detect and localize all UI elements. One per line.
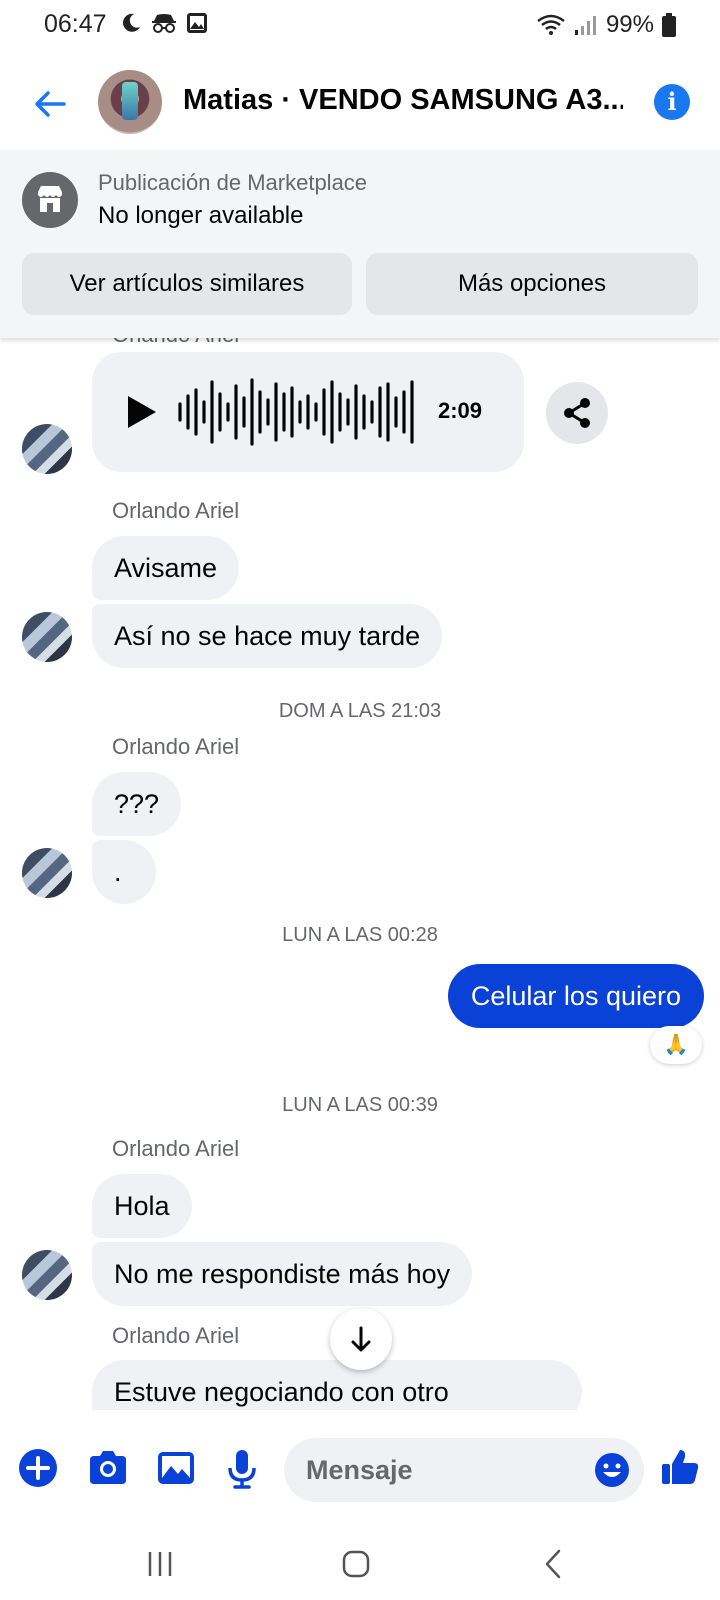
gallery-icon (187, 13, 207, 33)
conversation-header: Matias · VENDO SAMSUNG A3... i (0, 60, 720, 146)
message-bubble[interactable]: No me respondiste más hoy (92, 1242, 473, 1306)
avatar[interactable] (22, 848, 72, 898)
info-icon[interactable]: i (654, 84, 690, 120)
more-options-button[interactable]: Más opciones (366, 253, 698, 315)
avatar[interactable] (22, 424, 72, 474)
listing-status: No longer available (98, 202, 304, 229)
message-bubble[interactable]: Avisame (92, 536, 240, 600)
incognito-icon (152, 14, 176, 33)
scroll-to-bottom-button[interactable] (330, 1308, 392, 1370)
avatar[interactable] (22, 612, 72, 662)
sender-name: Orlando Ariel (112, 338, 239, 348)
timestamp-separator: LUN A LAS 00:28 (282, 924, 438, 946)
emoji-icon[interactable] (594, 1452, 630, 1488)
signal-icon (574, 16, 596, 35)
home-icon[interactable] (336, 1544, 376, 1584)
arrow-down-icon (351, 1326, 371, 1352)
plus-icon[interactable] (14, 1444, 62, 1492)
moon-icon (123, 13, 140, 32)
wifi-icon (537, 14, 565, 35)
nav-back-icon[interactable] (534, 1544, 574, 1584)
audio-waveform (178, 378, 414, 446)
status-left-icons (120, 12, 208, 34)
see-similar-button[interactable]: Ver artículos similares (22, 253, 352, 315)
contact-avatar[interactable] (98, 70, 162, 134)
conversation-title[interactable]: Matias · VENDO SAMSUNG A3... (183, 84, 623, 117)
audio-duration: 2:09 (438, 398, 483, 423)
marketplace-panel: Publicación de Marketplace No longer ava… (0, 150, 720, 338)
message-list[interactable]: Orlando Ariel 2:09 Orlando Ariel Avisame… (0, 338, 720, 1410)
voice-message[interactable]: 2:09 (92, 352, 524, 472)
image-icon[interactable] (152, 1444, 200, 1492)
sender-name: Orlando Ariel (112, 1323, 240, 1348)
battery-icon (662, 13, 676, 37)
message-placeholder: Mensaje (306, 1455, 413, 1485)
message-bubble[interactable]: Hola (92, 1174, 192, 1238)
status-bar: 06:47 99% (0, 0, 720, 52)
avatar[interactable] (22, 1250, 72, 1300)
camera-icon[interactable] (84, 1444, 132, 1492)
play-icon[interactable] (124, 394, 160, 430)
share-icon (564, 398, 590, 428)
mic-icon[interactable] (218, 1444, 266, 1492)
sender-name: Orlando Ariel (112, 498, 240, 523)
timestamp-separator: DOM A LAS 21:03 (278, 700, 442, 722)
message-bubble[interactable]: Así no se hace muy tarde (92, 604, 443, 668)
recents-icon[interactable] (140, 1544, 180, 1584)
timestamp-separator: LUN A LAS 00:39 (282, 1094, 438, 1116)
sender-name: Orlando Ariel (112, 734, 240, 759)
message-bubble[interactable]: ??? (92, 772, 182, 836)
message-composer: Mensaje (0, 1410, 720, 1530)
battery-percent: 99% (605, 11, 654, 38)
system-nav-bar (0, 1530, 720, 1600)
message-bubble[interactable]: . (92, 840, 156, 904)
share-button[interactable] (546, 382, 608, 444)
reaction-badge[interactable]: 🙏 (650, 1026, 702, 1064)
thumbs-up-icon[interactable] (656, 1444, 704, 1492)
back-arrow-icon[interactable] (28, 82, 72, 126)
sender-name: Orlando Ariel (112, 1136, 240, 1161)
status-right: 99% (536, 11, 676, 39)
store-icon (22, 172, 78, 228)
outgoing-message-bubble[interactable]: Celular los quiero (447, 964, 704, 1028)
marketplace-label: Publicación de Marketplace (98, 170, 368, 195)
status-time: 06:47 (44, 10, 107, 38)
message-input[interactable]: Mensaje (284, 1438, 644, 1502)
